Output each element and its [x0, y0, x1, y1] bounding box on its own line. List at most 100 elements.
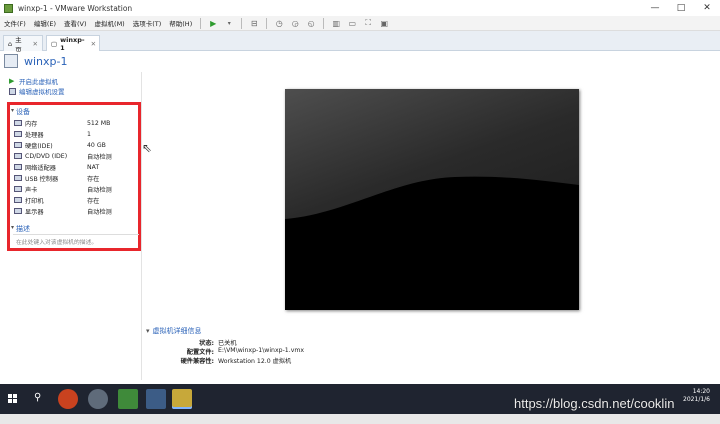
- settings-icon: [9, 87, 16, 95]
- devices-highlight-box: ▾ 设备 内存 512 MB 处理器 1 硬盘(IDE) 40 GB CD/DV…: [7, 102, 141, 251]
- clock-time: 14:20: [692, 388, 710, 395]
- device-name: 打印机: [25, 197, 44, 205]
- taskbar-app-icon[interactable]: [88, 389, 108, 409]
- fullscreen-icon[interactable]: ⛶: [362, 18, 374, 29]
- detail-key: 配置文件:: [186, 349, 214, 356]
- sound-icon: [14, 186, 22, 192]
- tab-home[interactable]: ⌂ 主页 ✕: [3, 35, 43, 54]
- menu-edit[interactable]: 编辑(E): [30, 18, 60, 28]
- toolbar-separator: [200, 17, 202, 29]
- menu-help[interactable]: 帮助(H): [165, 18, 196, 28]
- device-row-memory[interactable]: 内存 512 MB: [14, 118, 138, 128]
- device-value: 自动检测: [87, 208, 112, 216]
- action-label: 编辑虚拟机设置: [19, 88, 65, 96]
- menu-vm[interactable]: 虚拟机(M): [91, 18, 129, 28]
- detail-key: 状态:: [199, 340, 214, 347]
- detail-value: E:\VM\winxp-1\winxp-1.vmx: [218, 347, 305, 354]
- system-clock[interactable]: 14:20 2021/1/6: [683, 388, 710, 404]
- menu-tabs[interactable]: 选项卡(T): [129, 18, 166, 28]
- vm-summary-panel: ▶ 开启此虚拟机 编辑虚拟机设置 ▾ 设备 内存 512 MB 处理器 1 硬盘…: [0, 72, 142, 380]
- printer-icon: [14, 197, 22, 203]
- clock-date: 2021/1/6: [683, 396, 710, 403]
- watermark-text: https://blog.csdn.net/cooklin: [514, 396, 675, 411]
- close-tab-icon[interactable]: ✕: [33, 40, 38, 48]
- device-name: 硬盘(IDE): [25, 142, 53, 150]
- detail-value: Workstation 12.0 虚拟机: [218, 358, 292, 365]
- home-icon: ⌂: [8, 39, 13, 48]
- vmware-app-icon: [4, 3, 13, 13]
- menu-view[interactable]: 查看(V): [60, 18, 91, 28]
- send-keys-icon[interactable]: ⊟: [248, 18, 260, 29]
- maximize-button[interactable]: □: [668, 0, 694, 16]
- power-on-icon[interactable]: ▶: [207, 18, 219, 29]
- vm-details-header[interactable]: ▾ 虚拟机详细信息: [146, 326, 202, 336]
- devices-title[interactable]: 设备: [16, 107, 30, 117]
- console-view-icon[interactable]: ▭: [346, 18, 358, 29]
- snapshot-icon[interactable]: ◷: [273, 18, 285, 29]
- power-on-vm-link[interactable]: ▶ 开启此虚拟机: [9, 76, 58, 86]
- device-value: 存在: [87, 175, 100, 183]
- harddisk-icon: [14, 142, 22, 148]
- toolbar-separator: [323, 17, 325, 29]
- taskbar-app-icon[interactable]: [58, 389, 78, 409]
- tab-winxp-1[interactable]: ▢ winxp-1 ✕: [46, 35, 100, 52]
- device-name: 处理器: [25, 131, 44, 139]
- close-tab-icon[interactable]: ✕: [91, 40, 96, 48]
- detail-row-config-file: 配置文件: E:\VM\winxp-1\winxp-1.vmx: [146, 347, 446, 356]
- device-name: USB 控制器: [25, 175, 59, 183]
- detail-value: 已关机: [218, 340, 237, 347]
- menu-file[interactable]: 文件(F): [0, 18, 30, 28]
- vm-details-panel: ▾ 虚拟机详细信息 状态: 已关机 配置文件: E:\VM\winxp-1\wi…: [146, 326, 486, 370]
- device-row-sound[interactable]: 声卡 自动检测: [14, 184, 138, 194]
- tab-label: winxp-1: [60, 35, 85, 52]
- vm-icon: [4, 54, 18, 68]
- window-title: winxp-1 - VMware Workstation: [18, 3, 133, 13]
- device-row-cdrom[interactable]: CD/DVD (IDE) 自动检测: [14, 151, 138, 161]
- collapse-arrow-icon[interactable]: ▾: [11, 224, 14, 231]
- windows-start-icon[interactable]: [8, 394, 18, 404]
- search-icon[interactable]: ⚲: [34, 392, 41, 403]
- device-name: 内存: [25, 120, 38, 128]
- memory-icon: [14, 120, 22, 126]
- device-row-display[interactable]: 显示器 自动检测: [14, 206, 138, 216]
- detail-key: 硬件兼容性:: [180, 358, 214, 365]
- edit-vm-settings-link[interactable]: 编辑虚拟机设置: [9, 86, 65, 96]
- description-title[interactable]: 描述: [16, 224, 30, 234]
- device-row-harddisk[interactable]: 硬盘(IDE) 40 GB: [14, 140, 138, 150]
- device-value: 512 MB: [87, 119, 111, 127]
- processor-icon: [14, 131, 22, 137]
- title-bar: winxp-1 - VMware Workstation: [0, 0, 720, 16]
- vm-name: winxp-1: [24, 55, 68, 68]
- cdrom-icon: [14, 153, 22, 159]
- device-name: 显示器: [25, 208, 44, 216]
- sidebar-toggle-icon[interactable]: ▥: [330, 18, 342, 29]
- device-row-processor[interactable]: 处理器 1: [14, 129, 138, 139]
- tab-label: 主页: [15, 35, 22, 54]
- vmware-taskbar-icon[interactable]: [172, 389, 192, 409]
- mouse-cursor-icon: ⇖: [142, 141, 153, 155]
- device-value: 自动检测: [87, 186, 112, 194]
- device-row-printer[interactable]: 打印机 存在: [14, 195, 138, 205]
- taskbar-app-icon[interactable]: [146, 389, 166, 409]
- minimize-button[interactable]: —: [642, 0, 668, 16]
- taskbar-app-icon[interactable]: [118, 389, 138, 409]
- display-icon: [14, 208, 22, 214]
- snapshot-manager-icon[interactable]: ◵: [305, 18, 317, 29]
- device-row-usb[interactable]: USB 控制器 存在: [14, 173, 138, 183]
- collapse-arrow-icon[interactable]: ▾: [11, 107, 14, 114]
- revert-snapshot-icon[interactable]: ◶: [289, 18, 301, 29]
- action-label: 开启此虚拟机: [19, 78, 58, 86]
- device-value: 40 GB: [87, 141, 106, 149]
- close-button[interactable]: ✕: [694, 0, 720, 16]
- dropdown-arrow-icon[interactable]: ▾: [223, 18, 235, 29]
- detail-row-compatibility: 硬件兼容性: Workstation 12.0 虚拟机: [146, 356, 446, 365]
- description-placeholder[interactable]: 在此处键入对该虚拟机的描述。: [16, 237, 97, 246]
- unity-icon[interactable]: ▣: [378, 18, 390, 29]
- device-name: CD/DVD (IDE): [25, 152, 68, 160]
- device-value: 自动检测: [87, 153, 112, 161]
- tab-bar: ⌂ 主页 ✕ ▢ winxp-1 ✕: [0, 31, 720, 54]
- vm-screen-thumbnail[interactable]: [285, 89, 579, 310]
- device-value: NAT: [87, 163, 100, 171]
- vm-details-title: 虚拟机详细信息: [152, 327, 202, 335]
- device-row-network[interactable]: 网络适配器 NAT: [14, 162, 138, 172]
